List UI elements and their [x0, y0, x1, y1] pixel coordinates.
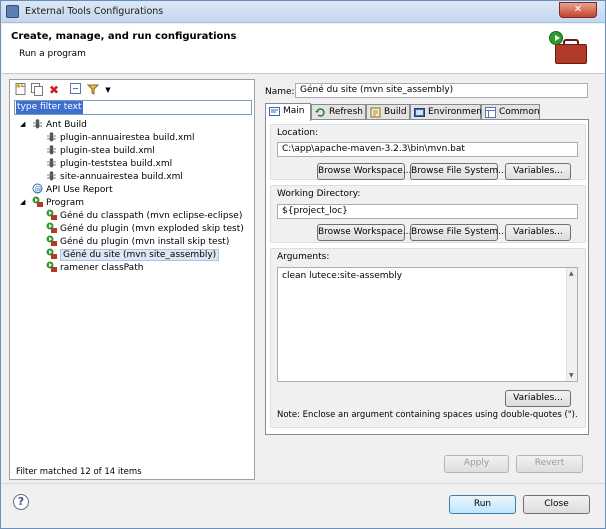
build-icon	[370, 107, 381, 118]
tab-environment[interactable]: Environment	[410, 104, 485, 120]
ant-icon	[32, 118, 43, 129]
apply-button[interactable]: Apply	[444, 455, 509, 473]
location-input[interactable]: C:\app\apache-maven-3.2.3\bin\mvn.bat	[277, 142, 578, 157]
main-tab-panel: Location: C:\app\apache-maven-3.2.3\bin\…	[265, 119, 589, 435]
arguments-note: Note: Enclose an argument containing spa…	[277, 410, 578, 420]
program-icon	[46, 209, 57, 220]
tree-item-program-config[interactable]: Géné du plugin (mvn install skip test)	[46, 235, 229, 248]
tree-item-ant-file[interactable]: site-annuairestea build.xml	[46, 170, 183, 183]
tab-build[interactable]: Build	[366, 104, 410, 120]
name-label: Name:	[265, 87, 295, 97]
program-icon	[46, 222, 57, 233]
help-icon[interactable]: ?	[13, 494, 29, 510]
scroll-up-icon[interactable]: ▲	[569, 270, 574, 277]
filter-input[interactable]: type filter text	[14, 100, 252, 115]
tree-item-ant-file[interactable]: plugin-stea build.xml	[46, 144, 155, 157]
tab-main[interactable]: Main	[265, 103, 311, 121]
header-subtitle: Run a program	[19, 49, 86, 59]
ant-icon	[46, 170, 57, 181]
chevron-down-icon[interactable]: ▼	[101, 83, 115, 97]
tree-item-program-config[interactable]: Géné du classpath (mvn eclipse-eclipse)	[46, 209, 242, 222]
expand-toggle-program[interactable]: ◢	[20, 196, 28, 209]
filter-status: Filter matched 12 of 14 items	[16, 467, 142, 477]
run-button[interactable]: Run	[449, 495, 516, 514]
dialog-header: Create, manage, and run configurations R…	[2, 24, 605, 74]
tree-item-program-config[interactable]: Géné du plugin (mvn exploded skip test)	[46, 222, 244, 235]
app-icon	[6, 5, 19, 18]
ant-icon	[46, 144, 57, 155]
configurations-pane: ✱ ✖ ▼ type filter text ◢ Ant Build plugi…	[9, 79, 255, 480]
browse-file-system-button[interactable]: Browse File System...	[410, 224, 507, 241]
program-icon	[46, 248, 57, 259]
variables-button[interactable]: Variables...	[505, 224, 571, 241]
tree-item-program[interactable]: Program	[32, 196, 84, 209]
browse-workspace-button[interactable]: Browse Workspace...	[317, 163, 411, 180]
name-input[interactable]: Géné du site (mvn site_assembly)	[295, 83, 588, 98]
environment-icon	[414, 107, 425, 118]
location-group: Location: C:\app\apache-maven-3.2.3\bin\…	[270, 124, 586, 180]
close-window-button[interactable]: ✕	[559, 2, 597, 18]
tree-item-ant-file[interactable]: plugin-annuairestea build.xml	[46, 131, 194, 144]
arguments-textarea[interactable]: clean lutece:site-assembly ▲ ▼	[277, 267, 578, 382]
working-directory-group: Working Directory: ${project_loc} Browse…	[270, 185, 586, 243]
common-icon	[485, 107, 496, 118]
config-tabs: Main Refresh Build Environment Common	[265, 103, 589, 121]
delete-icon[interactable]: ✖	[47, 83, 61, 97]
arguments-group: Arguments: clean lutece:site-assembly ▲ …	[270, 248, 586, 428]
refresh-icon	[315, 107, 326, 118]
working-directory-label: Working Directory:	[277, 189, 361, 199]
window-title: External Tools Configurations	[25, 6, 164, 17]
ant-icon	[46, 131, 57, 142]
arguments-variables-button[interactable]: Variables...	[505, 390, 571, 407]
arguments-scrollbar[interactable]: ▲ ▼	[566, 268, 577, 381]
duplicate-icon[interactable]	[30, 83, 44, 97]
tree-item-program-config[interactable]: ramener classPath	[46, 261, 143, 274]
dialog-window: External Tools Configurations ✕ Create, …	[0, 0, 606, 529]
variables-button[interactable]: Variables...	[505, 163, 571, 180]
tree-item-program-config-selected[interactable]: Géné du site (mvn site_assembly)	[46, 248, 220, 261]
tree-item-ant-build[interactable]: Ant Build	[32, 118, 87, 131]
collapse-all-icon[interactable]	[69, 83, 83, 97]
program-icon	[46, 261, 57, 272]
expand-toggle-ant[interactable]: ◢	[20, 118, 28, 131]
scroll-down-icon[interactable]: ▼	[569, 372, 574, 379]
svg-text:@: @	[35, 186, 42, 194]
tree-item-ant-file[interactable]: plugin-teststea build.xml	[46, 157, 172, 170]
location-label: Location:	[277, 128, 319, 138]
tree-item-api-use-report[interactable]: @ API Use Report	[32, 183, 113, 196]
main-tab-icon	[269, 106, 280, 117]
svg-text:✱: ✱	[16, 83, 21, 90]
arguments-label: Arguments:	[277, 252, 330, 262]
tab-common[interactable]: Common	[481, 104, 540, 120]
title-bar[interactable]: External Tools Configurations ✕	[1, 1, 605, 23]
new-config-icon[interactable]: ✱	[14, 83, 28, 97]
filter-icon[interactable]	[86, 83, 100, 97]
browse-workspace-button[interactable]: Browse Workspace...	[317, 224, 411, 241]
working-directory-input[interactable]: ${project_loc}	[277, 204, 578, 219]
footer-separator	[2, 483, 605, 484]
header-title: Create, manage, and run configurations	[11, 31, 237, 42]
toolbox-run-icon	[549, 31, 589, 66]
tab-refresh[interactable]: Refresh	[311, 104, 366, 120]
revert-button[interactable]: Revert	[516, 455, 583, 473]
program-icon	[46, 235, 57, 246]
close-button[interactable]: Close	[523, 495, 590, 514]
ant-icon	[46, 157, 57, 168]
report-icon: @	[32, 183, 43, 194]
program-icon	[32, 196, 43, 207]
browse-file-system-button[interactable]: Browse File System...	[410, 163, 507, 180]
